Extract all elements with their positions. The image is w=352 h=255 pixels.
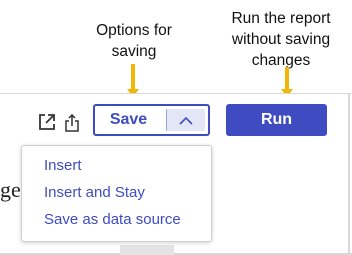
- chevron-up-icon: [179, 116, 193, 125]
- run-annotation: Run the report without saving changes: [231, 10, 331, 69]
- save-options-menu: Insert Insert and Stay Save as data sour…: [21, 145, 212, 242]
- open-in-new-icon[interactable]: [37, 112, 57, 132]
- save-button[interactable]: Save: [95, 106, 166, 134]
- background-heading-fragment: ge: [0, 177, 21, 202]
- panel-edge: [348, 93, 350, 255]
- menu-item-insert[interactable]: Insert: [22, 152, 211, 179]
- screenshot-canvas: Options for saving Run the report withou…: [0, 0, 352, 255]
- background-scrollbar: [120, 245, 174, 255]
- report-toolbar-panel: ge Save Run Insert Insert and Stay Save …: [0, 93, 352, 255]
- panel-divider: [0, 93, 352, 94]
- menu-item-insert-and-stay[interactable]: Insert and Stay: [22, 179, 211, 206]
- run-button[interactable]: Run: [226, 104, 327, 136]
- save-split-button: Save: [93, 104, 210, 136]
- share-export-icon[interactable]: [64, 114, 80, 132]
- menu-item-save-as-data-source[interactable]: Save as data source: [22, 206, 211, 233]
- save-options-annotation: Options for saving: [96, 22, 172, 60]
- save-options-toggle[interactable]: [166, 109, 205, 131]
